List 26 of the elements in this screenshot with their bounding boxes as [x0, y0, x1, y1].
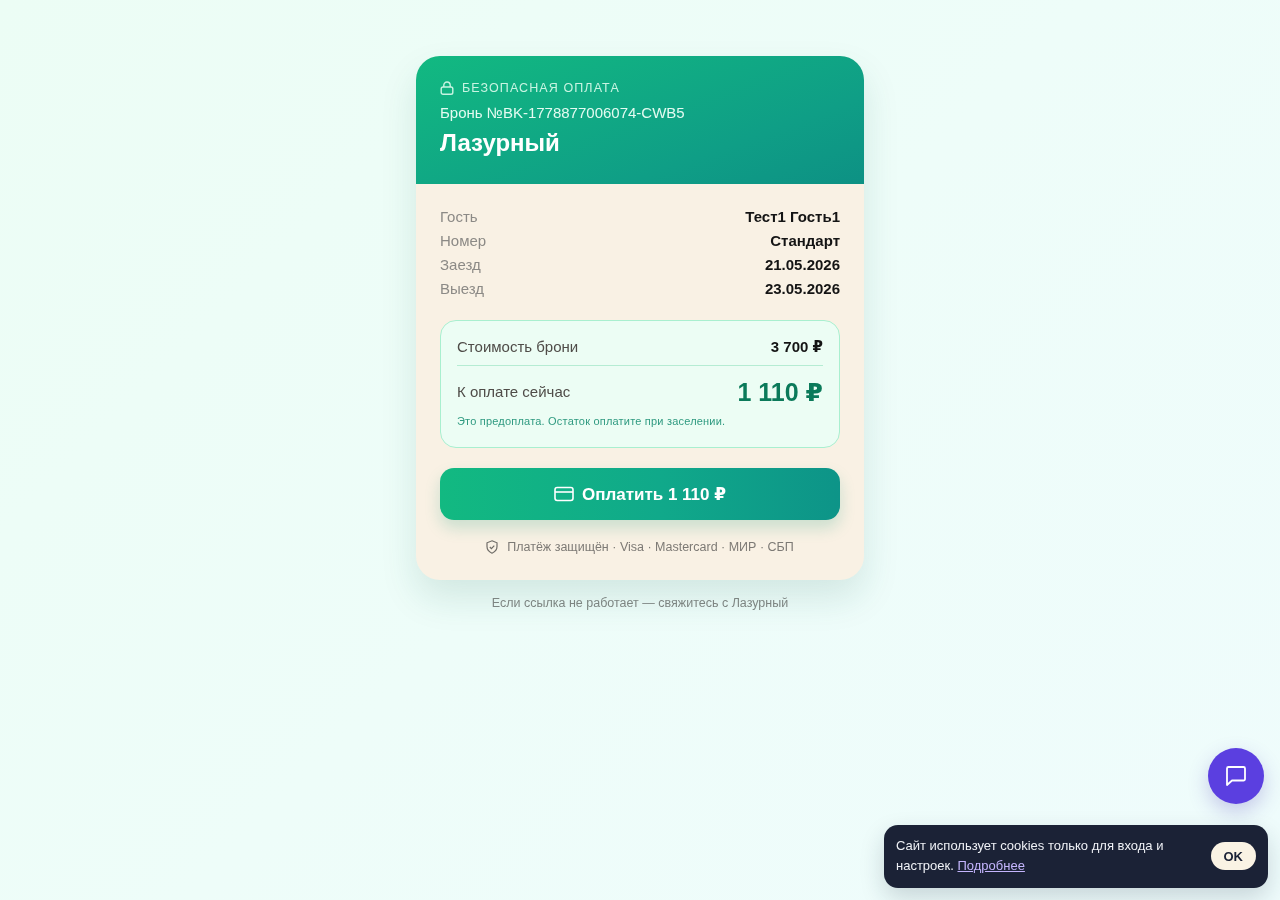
detail-value: Стандарт [770, 231, 840, 251]
security-note: Платёж защищён · Visa · Mastercard · МИР · СБП [507, 539, 794, 555]
prepayment-note: Это предоплата. Остаток оплатите при заселении. [457, 414, 727, 428]
details-link[interactable]: Подробнее [957, 858, 1025, 873]
secure-payment-label: БЕЗОПАСНАЯ ОПЛАТА [462, 80, 620, 96]
detail-value: 21.05.2026 [764, 255, 840, 275]
booking-number: Бронь №BK-1778877006074-CWB5 [440, 104, 686, 122]
detail-label: Выезд [440, 279, 485, 299]
lock-icon [440, 81, 454, 95]
price-amount: 1 110 ₽ [737, 377, 823, 408]
detail-label: Заезд [440, 255, 481, 275]
credit-card-icon [553, 486, 574, 502]
chat-bubble-icon [1225, 765, 1247, 787]
detail-value: Тест1 Гость1 [745, 207, 840, 227]
detail-label: Гость [440, 207, 478, 227]
ok-button[interactable]: OK [1210, 842, 1256, 870]
chat-button[interactable] [1208, 748, 1264, 804]
detail-label: Номер [440, 231, 487, 251]
price-amount: 3 700 ₽ [770, 337, 823, 357]
cookie-notice: Сайт использует cookies только для входа и настроек. Подробнее [896, 837, 1165, 875]
price-label: Стоимость брони [457, 337, 579, 357]
detail-value: 23.05.2026 [764, 279, 840, 299]
hotel-name: Лазурный [440, 128, 561, 158]
price-label: К оплате сейчас [457, 382, 571, 402]
help-text: Если ссылка не работает — свяжитесь с Лазурный [491, 595, 789, 611]
shield-check-icon [486, 540, 499, 554]
